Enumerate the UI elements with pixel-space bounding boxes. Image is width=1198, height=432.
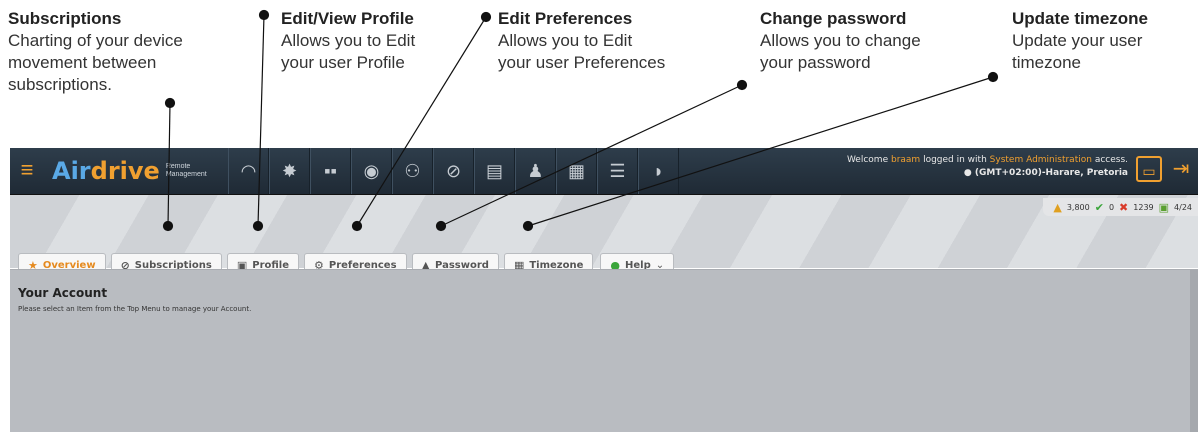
speedometer-icon[interactable]: ◠ xyxy=(228,148,269,194)
callout-description: Allows you to change your password xyxy=(760,31,921,72)
access-level: System Administration xyxy=(989,155,1092,165)
content-panel: Your Account Please select an Item from … xyxy=(10,269,1198,432)
page-title: Your Account xyxy=(18,286,108,300)
callout-title: Subscriptions xyxy=(8,9,122,28)
callout-subscriptions: Subscriptions Charting of your device mo… xyxy=(8,8,183,96)
book-icon[interactable]: ▦ xyxy=(556,148,597,194)
tab-strip: ▲ 3,800 ✔ 0 ✖ 1239 ▣ 4/24 ★ Overview ⊘ S… xyxy=(10,195,1198,277)
callout-description: Allows you to Edit your user Preferences xyxy=(498,31,666,72)
scrollbar[interactable] xyxy=(1190,270,1198,432)
callout-description: Allows you to Edit your user Profile xyxy=(281,31,416,72)
users-icon[interactable]: ♟ xyxy=(515,148,556,194)
apps-icon[interactable]: ▪▪ xyxy=(310,148,351,194)
globe-icon: ● xyxy=(963,168,972,178)
welcome-message: Welcome braam logged in with System Admi… xyxy=(846,155,1128,178)
app-window: ≡ Air drive Remote Management ◠ ✸ ▪▪ ◉ ⚇… xyxy=(10,148,1198,432)
logout-icon[interactable]: ⇥ xyxy=(1168,156,1194,182)
check-icon: ✔ xyxy=(1094,200,1104,214)
leader-dot xyxy=(164,97,176,109)
top-navigation-bar: ≡ Air drive Remote Management ◠ ✸ ▪▪ ◉ ⚇… xyxy=(10,148,1198,195)
callout-title: Edit Preferences xyxy=(498,9,633,28)
ratio-count: 4/24 xyxy=(1174,202,1192,212)
ok-count: 0 xyxy=(1108,202,1115,212)
coins-count: 3,800 xyxy=(1066,202,1090,212)
stats-bar: ▲ 3,800 ✔ 0 ✖ 1239 ▣ 4/24 xyxy=(1043,198,1198,216)
list-icon[interactable]: ☰ xyxy=(597,148,638,194)
callout-title: Update timezone xyxy=(1012,9,1149,28)
module-icon-bar: ◠ ✸ ▪▪ ◉ ⚇ ⊘ ▤ ♟ ▦ ☰ ◗ xyxy=(228,148,679,194)
cross-icon: ✖ xyxy=(1119,200,1129,214)
leader-dot xyxy=(480,11,492,23)
callout-title: Edit/View Profile xyxy=(281,9,414,28)
timezone-label: (GMT+02:00)-Harare, Pretoria xyxy=(974,168,1128,178)
id-card-button[interactable]: ▭ xyxy=(1136,156,1162,182)
bug-icon[interactable]: ✸ xyxy=(269,148,310,194)
leader-dot xyxy=(987,71,999,83)
callout-profile: Edit/View Profile Allows you to Edit you… xyxy=(281,8,415,74)
callout-timezone: Update timezone Update your user timezon… xyxy=(1012,8,1148,74)
bell-icon[interactable]: ◗ xyxy=(638,148,679,194)
document-check-icon: ▣ xyxy=(1158,200,1170,214)
failed-count: 1239 xyxy=(1133,202,1154,212)
sitemap-icon[interactable]: ⚇ xyxy=(392,148,433,194)
callout-description: Update your user timezone xyxy=(1012,31,1143,72)
hamburger-menu-icon[interactable]: ≡ xyxy=(16,158,38,182)
callout-title: Change password xyxy=(760,9,907,28)
leader-dot xyxy=(258,9,270,21)
airdrive-logo[interactable]: Air drive Remote Management xyxy=(52,154,218,188)
coins-icon: ▲ xyxy=(1053,200,1062,214)
username: braam xyxy=(890,155,921,165)
eye-icon[interactable]: ◉ xyxy=(351,148,392,194)
page-description: Please select an Item from the Top Menu … xyxy=(18,305,252,313)
leader-dot xyxy=(736,79,748,91)
document-icon[interactable]: ▤ xyxy=(474,148,515,194)
callout-preferences: Edit Preferences Allows you to Edit your… xyxy=(498,8,665,74)
callout-password: Change password Allows you to change you… xyxy=(760,8,921,74)
callout-description: Charting of your device movement between… xyxy=(8,31,183,94)
subscription-icon[interactable]: ⊘ xyxy=(433,148,474,194)
